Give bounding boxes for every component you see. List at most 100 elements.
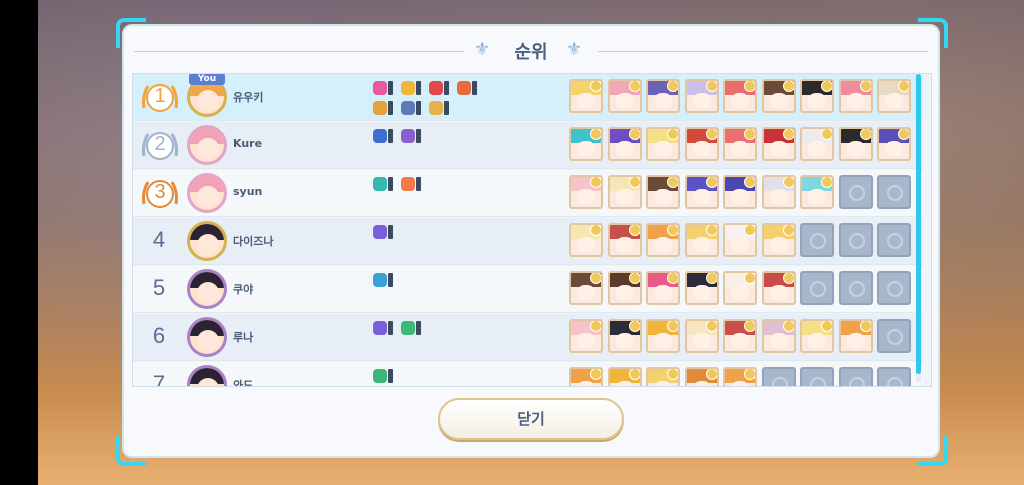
badge-icon [373,225,393,239]
you-tag: You [189,74,225,85]
unit-portrait[interactable] [723,175,757,209]
rank-number: 3 [154,181,166,203]
unit-portrait[interactable] [569,127,603,161]
unit-portrait[interactable] [646,223,680,257]
unit-portrait[interactable] [684,367,719,386]
ranking-row[interactable]: 1 You 유우키 [133,74,923,121]
unit-portrait[interactable] [607,271,642,305]
unit-portrait[interactable] [723,223,757,257]
ranking-list[interactable]: 1 You 유우키 2 Kure 3 syun 4 다이즈나 5 쿠야 6 루나 7 와도 [132,73,932,387]
unit-portrait[interactable] [607,367,642,386]
unit-portrait[interactable] [607,223,642,257]
unit-portrait[interactable] [684,271,719,305]
empty-unit-slot [877,367,911,386]
unit-portrait[interactable] [723,367,757,386]
player-name: 루나 [233,331,254,344]
unit-portrait[interactable] [646,367,680,386]
unit-portrait[interactable] [684,223,719,257]
ranking-row[interactable]: 2 Kure [133,122,923,169]
empty-unit-slot [800,367,834,386]
unit-portrait[interactable] [569,367,603,386]
player-avatar[interactable] [187,221,227,261]
unit-portrait[interactable] [646,79,680,113]
unit-portrait[interactable] [684,127,719,161]
badge-group [373,317,523,359]
player-avatar[interactable] [187,365,227,386]
unit-portrait[interactable] [761,175,796,209]
badge-icon [373,81,393,95]
ranking-row[interactable]: 4 다이즈나 [133,218,923,265]
unit-portrait[interactable] [684,79,719,113]
unit-portrait[interactable] [761,271,796,305]
unit-portrait[interactable] [607,319,642,353]
unit-portrait[interactable] [761,223,796,257]
badge-icon [429,101,449,115]
unit-portrait[interactable] [569,223,603,257]
badge-icon [401,177,421,191]
player-avatar[interactable] [187,317,227,357]
unit-portrait[interactable] [800,175,834,209]
player-avatar[interactable] [187,125,227,165]
unit-portrait[interactable] [684,175,719,209]
scrollbar-thumb[interactable] [916,74,921,374]
empty-unit-slot [838,223,873,257]
ranking-row[interactable]: 6 루나 [133,314,923,361]
unit-portrait[interactable] [877,127,911,161]
unit-portrait[interactable] [877,79,911,113]
unit-portrait[interactable] [838,79,873,113]
badge-icon [373,101,393,115]
unit-portrait[interactable] [569,79,603,113]
empty-unit-slot [838,271,873,305]
ranking-row[interactable]: 5 쿠야 [133,266,923,313]
player-name: 다이즈나 [233,235,274,248]
unit-portrait[interactable] [684,319,719,353]
ranking-row[interactable]: 3 syun [133,170,923,217]
unit-portrait[interactable] [569,271,603,305]
ranking-row[interactable]: 7 와도 [133,362,923,387]
unit-portrait[interactable] [761,127,796,161]
unit-portrait[interactable] [761,319,796,353]
unit-portrait[interactable] [646,127,680,161]
unit-portrait[interactable] [723,319,757,353]
unit-portrait[interactable] [646,271,680,305]
unit-portrait[interactable] [607,127,642,161]
badge-group [373,125,523,167]
badge-group [373,77,523,119]
unit-portrait[interactable] [607,79,642,113]
empty-unit-slot [877,223,911,257]
empty-unit-slot [838,367,873,386]
empty-unit-slot [838,175,873,209]
rank-number: 6 [152,323,166,348]
unit-portrait[interactable] [646,175,680,209]
empty-unit-slot [800,271,834,305]
ranking-scrollbar[interactable] [916,72,921,382]
unit-portrait[interactable] [646,319,680,353]
badge-icon [373,369,393,383]
player-avatar[interactable] [187,173,227,213]
unit-portrait[interactable] [569,319,603,353]
unit-portrait[interactable] [723,271,757,305]
player-name: 와도 [233,379,254,387]
badge-icon [401,129,421,143]
unit-portrait[interactable] [800,79,834,113]
badge-group [373,269,523,311]
close-button[interactable]: 닫기 [438,398,624,440]
player-avatar[interactable] [187,269,227,309]
badge-icon [373,177,393,191]
unit-portrait[interactable] [800,127,834,161]
ranking-dialog: ⚜ ⚜ 순위 1 You 유우키 2 Kure 3 syun 4 다이즈나 5 쿠야 6 루나 7 와도 닫… [124,26,938,456]
badge-group [373,221,523,263]
unit-portrait[interactable] [569,175,603,209]
unit-portrait[interactable] [838,127,873,161]
empty-unit-slot [877,175,911,209]
unit-portrait[interactable] [723,79,757,113]
badge-icon [401,321,421,335]
unit-portrait[interactable] [723,127,757,161]
unit-portrait[interactable] [838,319,873,353]
player-name: 유우키 [233,91,264,104]
badge-icon [401,81,421,95]
unit-portrait[interactable] [761,79,796,113]
dialog-title: 순위 [514,42,548,63]
unit-portrait[interactable] [607,175,642,209]
unit-portrait[interactable] [800,319,834,353]
